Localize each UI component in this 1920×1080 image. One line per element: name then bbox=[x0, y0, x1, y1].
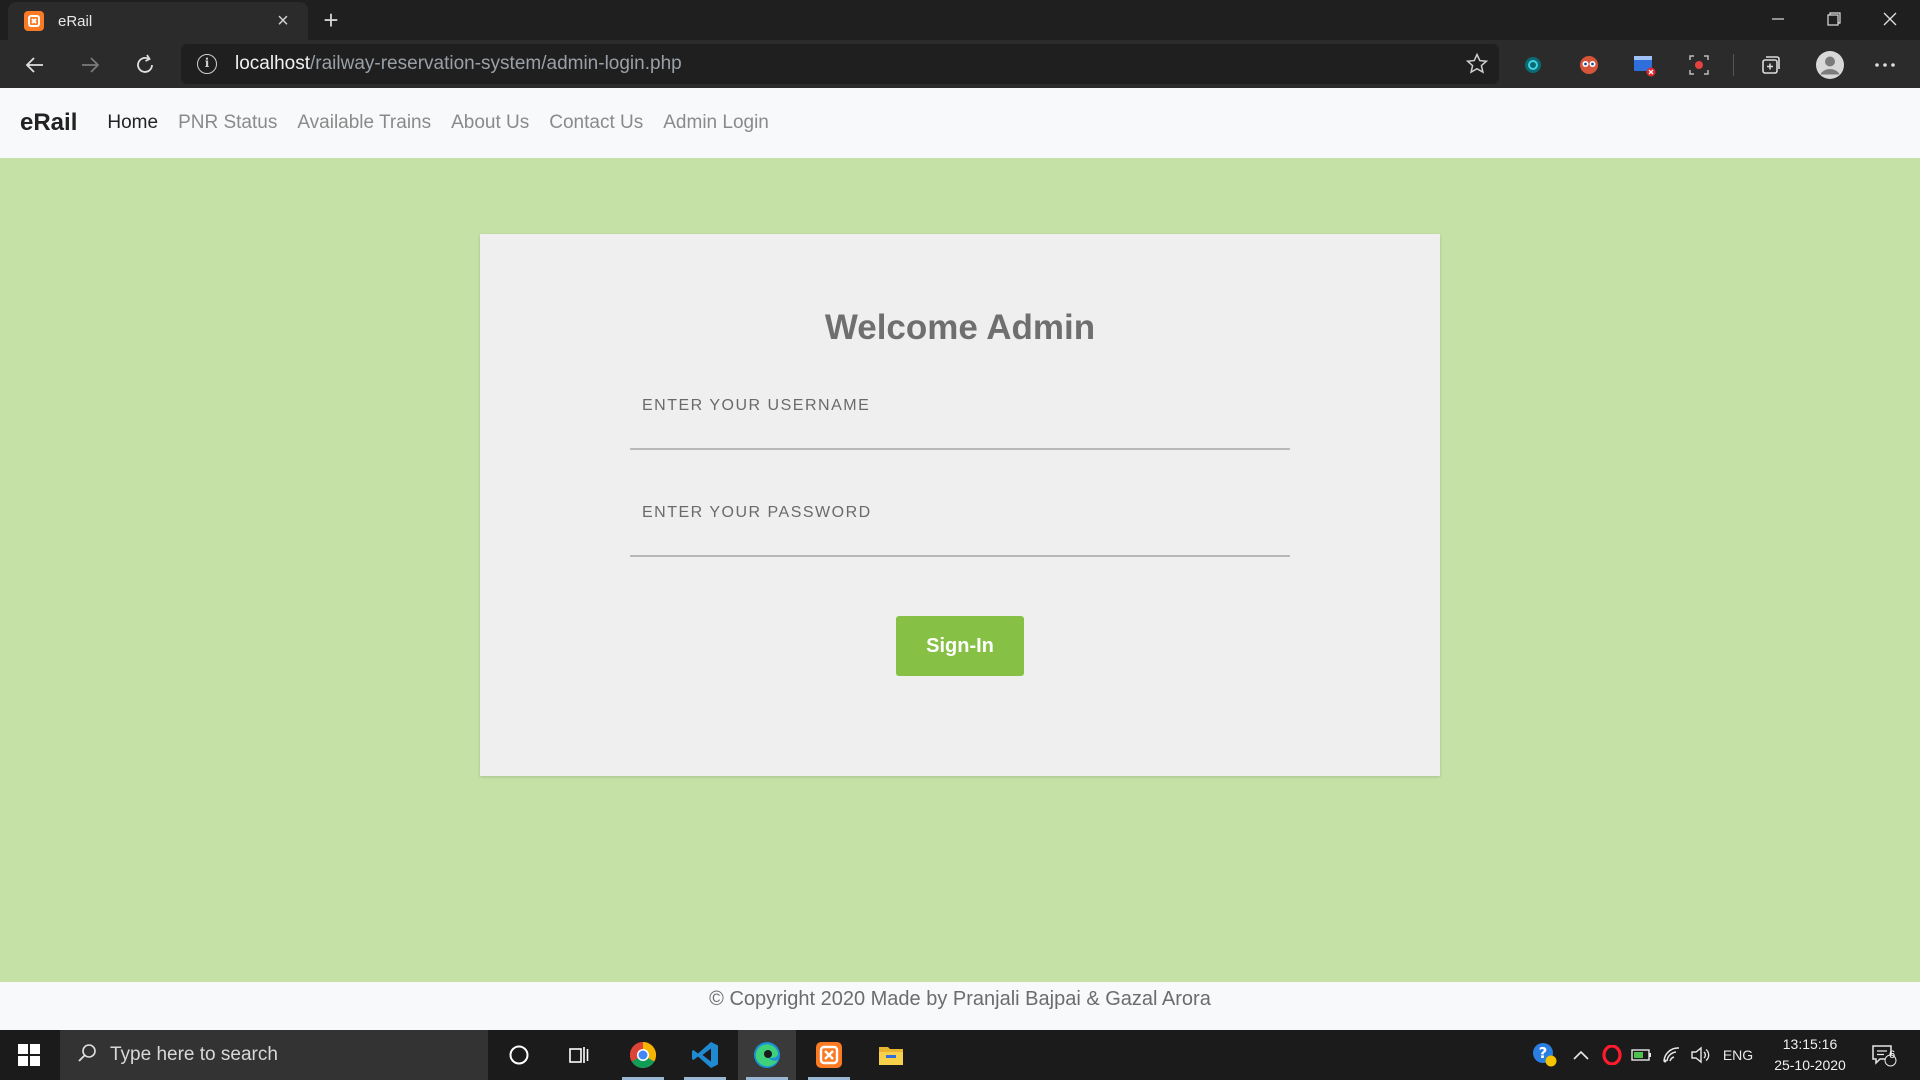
nav-link-available-trains[interactable]: Available Trains bbox=[297, 112, 431, 134]
browser-tab[interactable]: eRail × bbox=[8, 2, 308, 40]
help-tray-icon[interactable]: ? bbox=[1528, 1030, 1562, 1080]
address-bar[interactable]: i localhost/railway-reservation-system/a… bbox=[181, 44, 1499, 84]
profile-avatar-icon[interactable] bbox=[1814, 49, 1846, 81]
sign-in-button[interactable]: Sign-In bbox=[896, 616, 1024, 676]
extension-owl-icon[interactable] bbox=[1576, 52, 1602, 78]
minimize-button[interactable] bbox=[1750, 0, 1806, 38]
nav-link-contact-us[interactable]: Contact Us bbox=[549, 112, 643, 134]
extension-screen-icon[interactable] bbox=[1631, 52, 1657, 78]
password-input[interactable] bbox=[630, 493, 1290, 533]
browser-tabstrip: eRail × + bbox=[0, 0, 1920, 40]
edge-icon[interactable] bbox=[738, 1030, 796, 1080]
clock-time: 13:15:16 bbox=[1782, 1036, 1838, 1052]
page-viewport: eRail Home PNR Status Available Trains A… bbox=[0, 88, 1920, 1030]
url-text: localhost/railway-reservation-system/adm… bbox=[235, 53, 682, 74]
site-navbar: eRail Home PNR Status Available Trains A… bbox=[0, 88, 1920, 158]
wifi-icon[interactable] bbox=[1658, 1030, 1686, 1080]
search-placeholder: Type here to search bbox=[110, 1044, 278, 1065]
cortana-icon[interactable] bbox=[490, 1030, 548, 1080]
nav-link-home[interactable]: Home bbox=[107, 112, 158, 134]
new-tab-button[interactable]: + bbox=[316, 6, 346, 36]
back-button[interactable] bbox=[17, 47, 53, 83]
xampp-icon[interactable] bbox=[800, 1030, 858, 1080]
username-field bbox=[630, 386, 1290, 450]
opera-tray-icon[interactable] bbox=[1598, 1030, 1626, 1080]
action-center-button[interactable]: 6 bbox=[1864, 1030, 1904, 1080]
search-icon bbox=[76, 1042, 98, 1069]
chevron-up-icon[interactable] bbox=[1566, 1030, 1596, 1080]
taskbar-search-box[interactable]: Type here to search bbox=[60, 1030, 488, 1080]
extension-teal-icon[interactable] bbox=[1520, 52, 1546, 78]
footer-copyright: © Copyright 2020 Made by Pranjali Bajpai… bbox=[709, 988, 1211, 1010]
site-info-icon[interactable]: i bbox=[197, 54, 217, 74]
task-view-icon[interactable] bbox=[550, 1030, 608, 1080]
close-tab-icon[interactable]: × bbox=[272, 11, 294, 31]
windows-taskbar: Type here to search ? ENG 13:15:16 25-10… bbox=[0, 1030, 1920, 1080]
favorite-star-icon[interactable] bbox=[1465, 52, 1489, 81]
collections-icon[interactable] bbox=[1758, 52, 1784, 78]
language-indicator[interactable]: ENG bbox=[1718, 1030, 1758, 1080]
vscode-icon[interactable] bbox=[676, 1030, 734, 1080]
volume-icon[interactable] bbox=[1686, 1030, 1714, 1080]
navbar-brand[interactable]: eRail bbox=[20, 109, 77, 137]
notification-count-badge: 6 bbox=[1888, 1049, 1896, 1061]
nav-link-pnr-status[interactable]: PNR Status bbox=[178, 112, 277, 134]
tab-title: eRail bbox=[58, 12, 93, 30]
refresh-button[interactable] bbox=[127, 47, 163, 83]
login-heading: Welcome Admin bbox=[824, 308, 1096, 347]
restore-button[interactable] bbox=[1806, 0, 1862, 38]
toolbar-separator bbox=[1733, 54, 1734, 76]
clock-date: 25-10-2020 bbox=[1774, 1057, 1846, 1073]
screen-capture-icon[interactable] bbox=[1686, 52, 1712, 78]
xampp-favicon-icon bbox=[24, 11, 44, 31]
chrome-icon[interactable] bbox=[614, 1030, 672, 1080]
forward-button[interactable] bbox=[72, 47, 108, 83]
more-options-icon[interactable] bbox=[1872, 52, 1898, 78]
admin-login-card: Welcome Admin Sign-In bbox=[480, 234, 1440, 776]
battery-tray-icon[interactable] bbox=[1628, 1030, 1656, 1080]
password-field bbox=[630, 493, 1290, 557]
browser-toolbar: i localhost/railway-reservation-system/a… bbox=[0, 40, 1920, 88]
site-footer: © Copyright 2020 Made by Pranjali Bajpai… bbox=[0, 982, 1920, 1030]
username-input[interactable] bbox=[630, 386, 1290, 426]
nav-link-admin-login[interactable]: Admin Login bbox=[663, 112, 769, 134]
file-explorer-icon[interactable] bbox=[862, 1030, 920, 1080]
taskbar-clock[interactable]: 13:15:16 25-10-2020 bbox=[1760, 1034, 1860, 1076]
nav-link-about-us[interactable]: About Us bbox=[451, 112, 529, 134]
close-window-button[interactable] bbox=[1862, 0, 1918, 38]
start-button[interactable] bbox=[0, 1030, 58, 1080]
